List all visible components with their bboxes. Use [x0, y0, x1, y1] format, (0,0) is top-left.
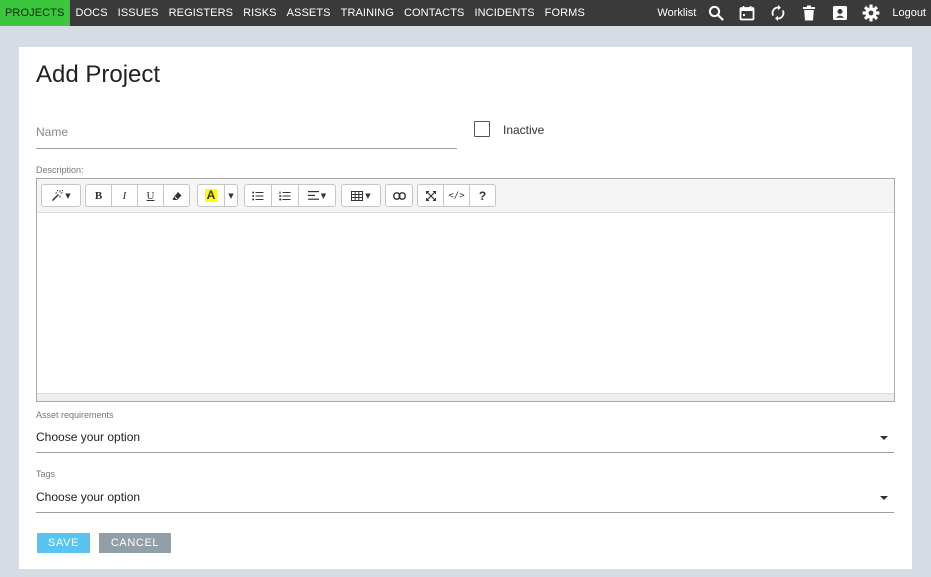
table-button[interactable]: ▼ [341, 184, 381, 207]
clear-format-button[interactable] [163, 184, 190, 207]
unordered-list-button[interactable] [244, 184, 272, 207]
search-icon[interactable] [706, 3, 726, 23]
description-editor: ▼ B I U A ▼ ▼ ▼ </> ? [36, 178, 895, 402]
gear-icon[interactable] [861, 3, 881, 23]
highlight-color-swatch: A [204, 188, 218, 202]
table-icon [351, 190, 364, 201]
nav-item-registers[interactable]: REGISTERS [164, 0, 238, 26]
nav-item-forms[interactable]: FORMS [540, 0, 590, 26]
paragraph-group: ▼ [244, 184, 336, 207]
inactive-checkbox-group[interactable]: Inactive [474, 121, 544, 137]
calendar-icon[interactable] [737, 3, 757, 23]
color-dropdown-button[interactable]: ▼ [224, 184, 238, 207]
chevron-down-icon: ▼ [365, 191, 371, 200]
nav-item-docs[interactable]: DOCS [70, 0, 112, 26]
table-group: ▼ [341, 184, 381, 207]
editor-toolbar: ▼ B I U A ▼ ▼ ▼ </> ? [37, 179, 894, 213]
save-button[interactable]: SAVE [37, 533, 90, 553]
link-icon [392, 191, 406, 200]
fullscreen-button[interactable] [417, 184, 444, 207]
code-view-button[interactable]: </> [443, 184, 470, 207]
cancel-button[interactable]: CANCEL [99, 533, 171, 553]
refresh-icon[interactable] [768, 3, 788, 23]
nav-item-contacts[interactable]: CONTACTS [399, 0, 469, 26]
underline-button[interactable]: U [137, 184, 164, 207]
page-title: Add Project [36, 61, 161, 88]
fullscreen-icon [425, 190, 436, 201]
magic-wand-style-button[interactable]: ▼ [41, 184, 81, 207]
nav-item-assets[interactable]: ASSETS [282, 0, 336, 26]
name-input[interactable] [36, 120, 457, 139]
nav-item-risks[interactable]: RISKS [238, 0, 282, 26]
logout-link[interactable]: Logout [892, 7, 926, 19]
editor-resize-bar[interactable] [37, 393, 894, 401]
tags-label: Tags [36, 469, 56, 479]
dropdown-arrow-icon [880, 436, 888, 440]
nav-item-training[interactable]: TRAINING [336, 0, 399, 26]
asset-requirements-select[interactable]: Choose your option [36, 426, 894, 453]
tags-select[interactable]: Choose your option [36, 486, 894, 513]
chevron-down-icon: ▼ [65, 191, 71, 200]
top-navigation-bar: PROJECTS DOCS ISSUES REGISTERS RISKS ASS… [0, 0, 931, 26]
description-text-area[interactable] [37, 213, 894, 393]
view-group: </> ? [417, 184, 496, 207]
font-color-button[interactable]: A [197, 184, 225, 207]
font-style-group: B I U [85, 184, 190, 207]
inactive-checkbox[interactable] [474, 121, 490, 137]
worklist-link[interactable]: Worklist [657, 7, 696, 19]
link-button[interactable] [385, 184, 413, 207]
insert-group [385, 184, 413, 207]
bullet-list-icon [252, 191, 264, 200]
inactive-label: Inactive [503, 123, 545, 137]
align-left-icon [307, 191, 319, 200]
nav-right-group: Worklist Logout [657, 0, 931, 26]
magic-wand-icon [52, 189, 64, 201]
chevron-down-icon: ▼ [320, 191, 327, 200]
add-project-card: Add Project Inactive Description: ▼ B I … [19, 47, 912, 569]
ordered-list-button[interactable] [271, 184, 299, 207]
eraser-icon [172, 191, 181, 200]
italic-button[interactable]: I [111, 184, 138, 207]
help-button[interactable]: ? [469, 184, 496, 207]
trash-icon[interactable] [799, 3, 819, 23]
bold-button[interactable]: B [85, 184, 112, 207]
name-field [36, 120, 457, 149]
asset-requirements-value: Choose your option [36, 430, 141, 444]
chevron-down-icon: ▼ [228, 191, 234, 200]
nav-item-incidents[interactable]: INCIDENTS [469, 0, 539, 26]
description-label: Description: [36, 165, 84, 175]
nav-item-projects[interactable]: PROJECTS [0, 0, 71, 26]
nav-item-issues[interactable]: ISSUES [113, 0, 164, 26]
numbered-list-icon [279, 191, 291, 200]
align-dropdown-button[interactable]: ▼ [298, 184, 336, 207]
asset-requirements-label: Asset requirements [36, 410, 114, 420]
color-group: A ▼ [197, 184, 238, 207]
contact-card-icon[interactable] [830, 3, 850, 23]
style-group: ▼ [41, 184, 81, 207]
dropdown-arrow-icon [880, 496, 888, 500]
tags-value: Choose your option [36, 490, 141, 504]
